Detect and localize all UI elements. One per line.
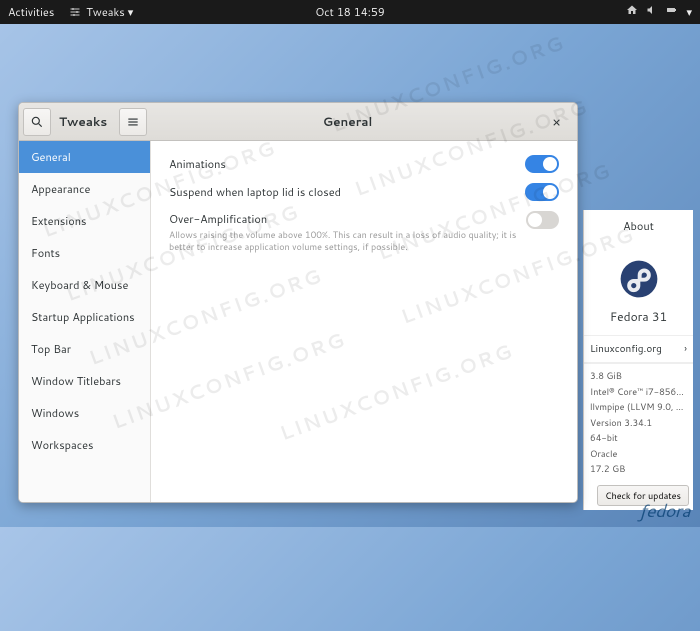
gpu-row: llvmpipe (LLVM 9.0, 256 bits) [590,399,687,415]
gnome-row: Version 3.34.1 [590,415,687,431]
cpu-row: Intel® Core™ i7-8565U CPU @ … [590,384,687,400]
close-button[interactable]: × [544,108,569,136]
sidebar-item-general[interactable]: General [19,141,150,173]
content-pane: Animations Suspend when laptop lid is cl… [151,141,577,502]
fedora-logo-icon [618,258,660,300]
chevron-down-icon: ▾ [686,4,692,20]
tweaks-app-icon [68,6,81,19]
row-animations: Animations [169,155,559,173]
about-heading: About [584,210,693,248]
sidebar-item-titlebars[interactable]: Window Titlebars [19,365,150,397]
toggle-animations[interactable] [525,155,559,173]
ostype-row: 64-bit [590,430,687,446]
chevron-right-icon: › [684,342,687,356]
distro-name: Fedora 31 [584,308,693,325]
system-tray[interactable]: ▾ [626,4,692,20]
virt-row: Oracle [590,446,687,462]
clock[interactable]: Oct 18 14:59 [315,4,385,20]
headerbar: Tweaks General × [19,103,577,141]
sidebar-item-keyboard-mouse[interactable]: Keyboard & Mouse [19,269,150,301]
top-panel: Activities Tweaks ▾ Oct 18 14:59 ▾ [0,0,700,24]
about-details: 3.8 GiB Intel® Core™ i7-8565U CPU @ … ll… [584,363,693,481]
row-overamp: Over-Amplification Allows raising the vo… [169,211,559,252]
toggle-overamp[interactable] [526,211,559,229]
fedora-wordmark: fedora [639,497,690,523]
app-menu[interactable]: Tweaks ▾ [68,4,133,20]
label-overamp: Over-Amplification [169,211,526,227]
headerbar-title-left: Tweaks [59,113,117,130]
disk-row: 17.2 GB [590,461,687,477]
sidebar-item-extensions[interactable]: Extensions [19,205,150,237]
sidebar-item-startup[interactable]: Startup Applications [19,301,150,333]
sidebar-item-appearance[interactable]: Appearance [19,173,150,205]
tweaks-window: Tweaks General × General Appearance Exte… [18,102,578,503]
label-suspend: Suspend when laptop lid is closed [169,184,341,200]
volume-icon [646,4,658,20]
sidebar: General Appearance Extensions Fonts Keyb… [19,141,151,502]
desc-overamp: Allows raising the volume above 100%. Th… [169,229,526,252]
menu-button[interactable] [119,108,147,136]
headerbar-title-center: General [151,113,544,130]
sidebar-item-workspaces[interactable]: Workspaces [19,429,150,461]
about-window: About Fedora 31 Linuxconfig.org› 3.8 GiB… [583,210,693,510]
label-animations: Animations [169,156,226,172]
activities-button[interactable]: Activities [8,4,54,20]
memory-row: 3.8 GiB [590,368,687,384]
sidebar-item-windows[interactable]: Windows [19,397,150,429]
battery-icon [666,4,678,20]
hostname-row[interactable]: Linuxconfig.org› [584,335,693,363]
network-icon [626,4,638,20]
sidebar-item-fonts[interactable]: Fonts [19,237,150,269]
toggle-suspend[interactable] [525,183,559,201]
sidebar-item-top-bar[interactable]: Top Bar [19,333,150,365]
search-button[interactable] [23,108,51,136]
row-suspend: Suspend when laptop lid is closed [169,183,559,201]
